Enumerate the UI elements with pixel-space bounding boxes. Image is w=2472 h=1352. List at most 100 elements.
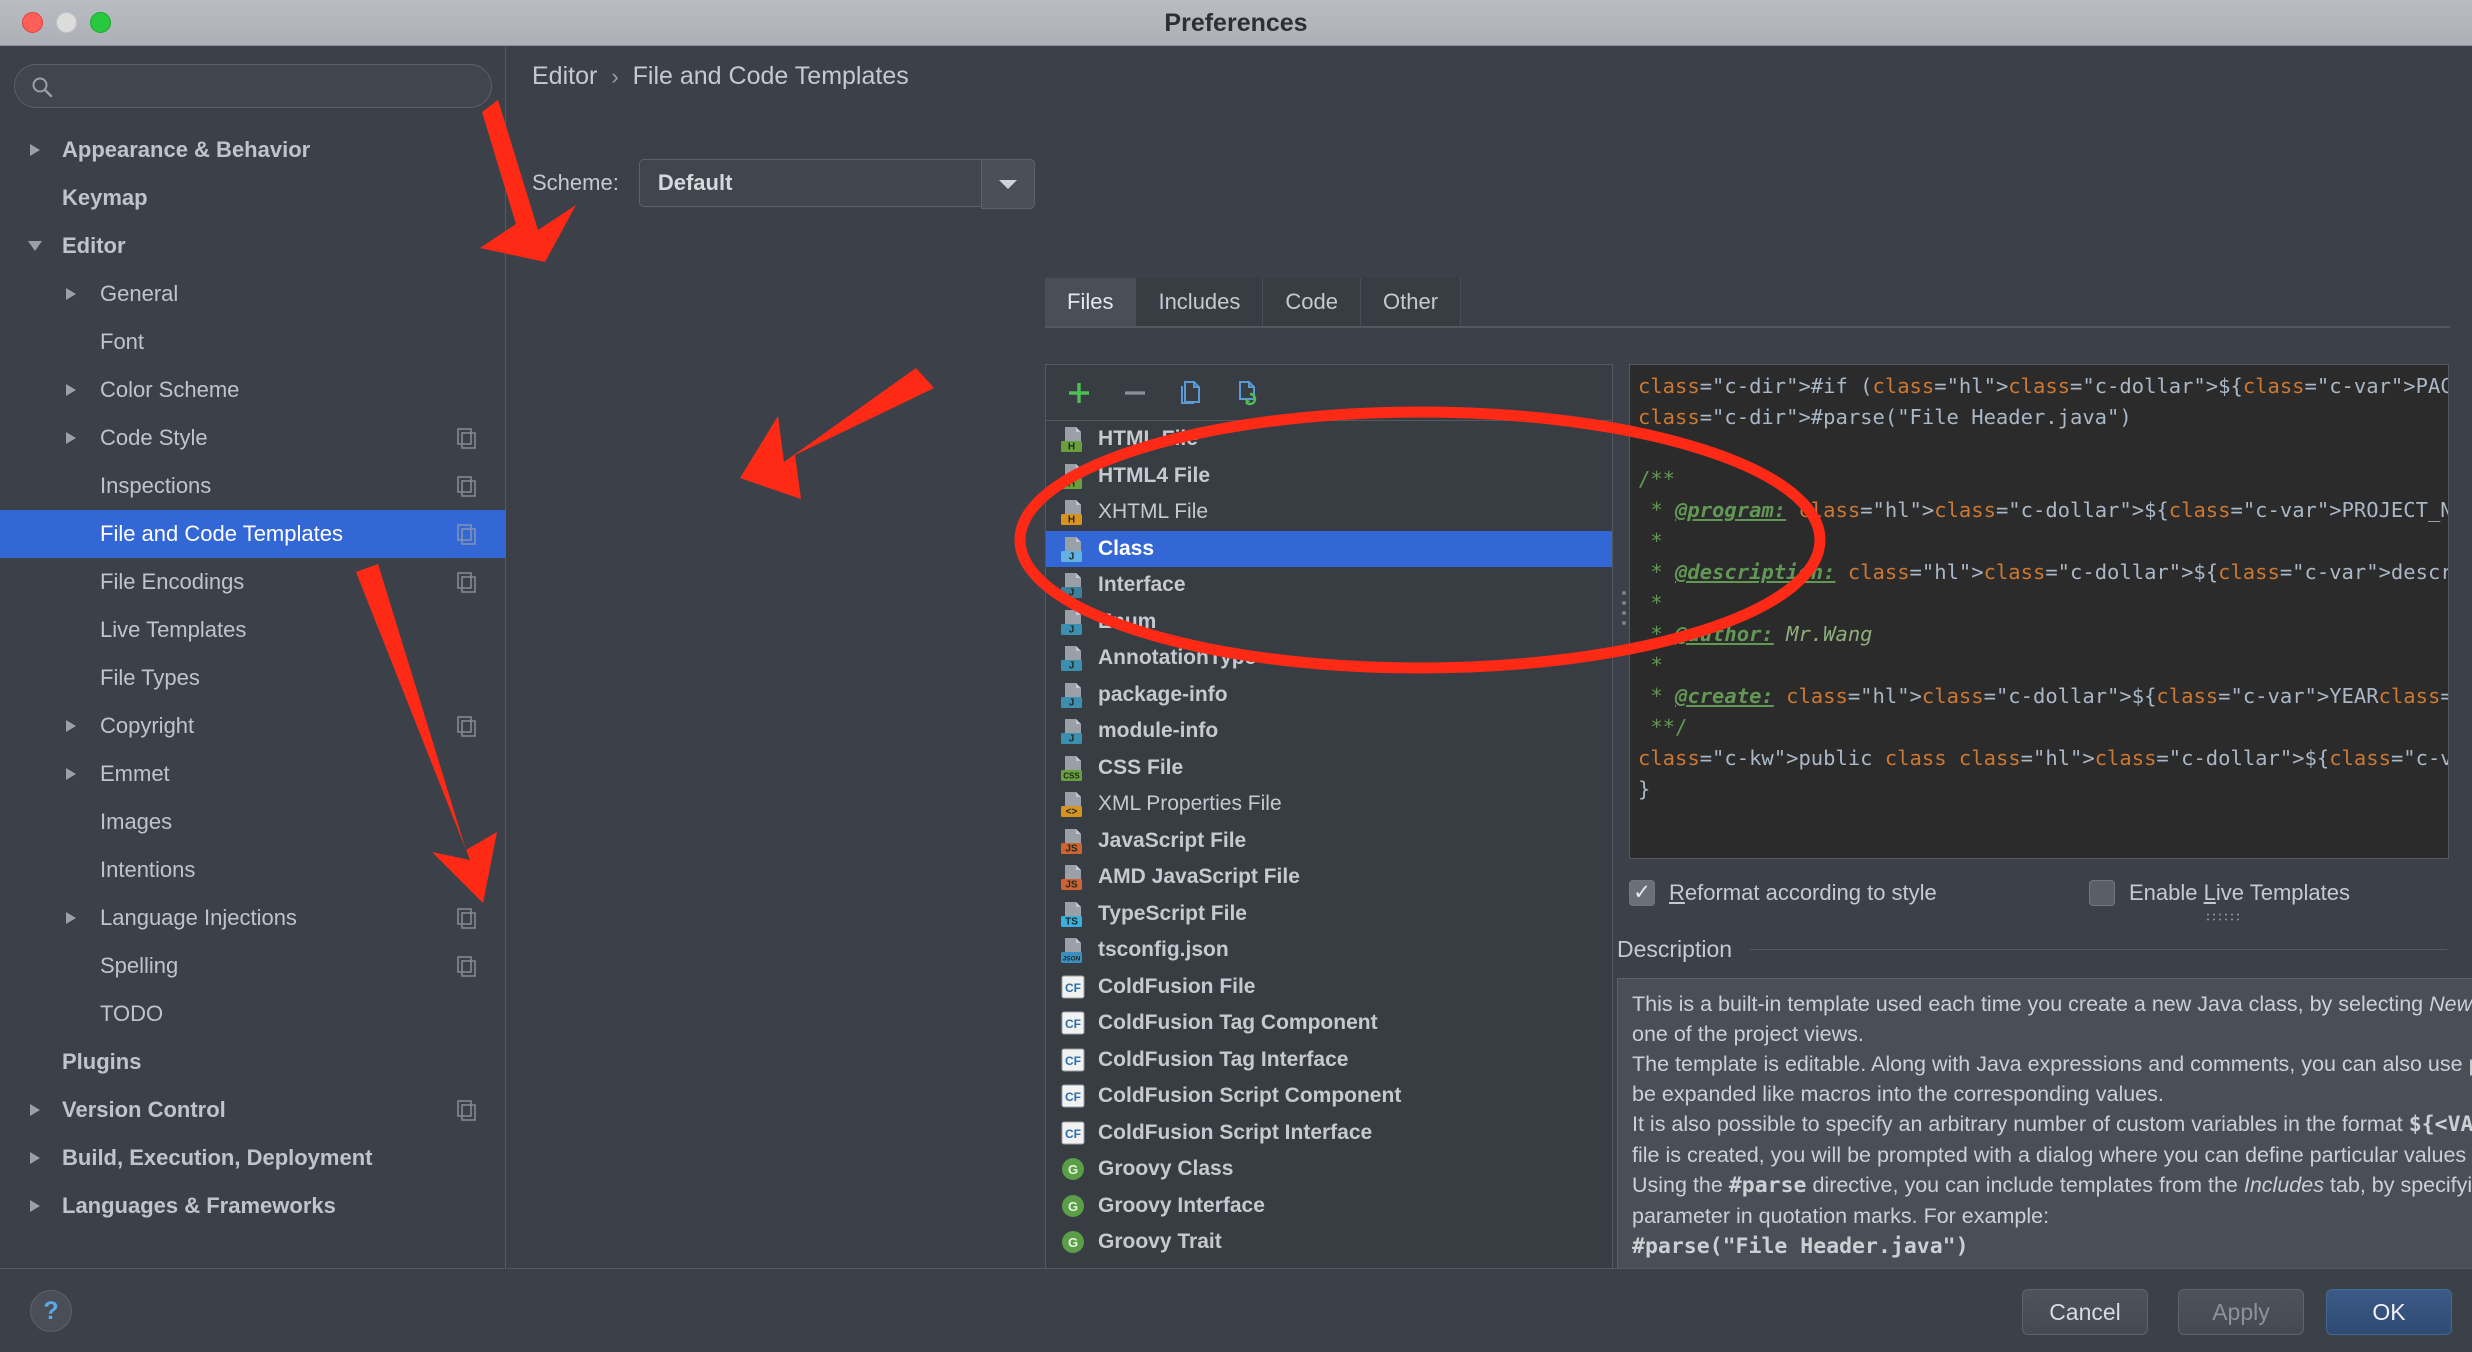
sidebar-item-editor[interactable]: Editor <box>0 222 506 270</box>
tab-code[interactable]: Code <box>1263 278 1361 326</box>
chevron-right-icon[interactable] <box>58 702 84 750</box>
ok-button[interactable]: OK <box>2326 1289 2452 1335</box>
copy-settings-icon[interactable] <box>456 1099 478 1121</box>
template-list-item[interactable]: CF ColdFusion Tag Interface <box>1046 1042 1612 1079</box>
java-annotation-icon: J <box>1058 643 1088 673</box>
template-list-item[interactable]: TS TypeScript File <box>1046 896 1612 933</box>
template-list-item[interactable]: JSON tsconfig.json <box>1046 932 1612 969</box>
apply-button[interactable]: Apply <box>2178 1289 2304 1335</box>
template-list[interactable]: H HTML File H HTML4 File H XHTML File J Class J I… <box>1046 421 1612 1285</box>
template-list-item[interactable]: J AnnotationType <box>1046 640 1612 677</box>
window-titlebar: Preferences <box>0 0 2472 46</box>
chevron-right-icon[interactable] <box>58 750 84 798</box>
template-list-item[interactable]: G Groovy Class <box>1046 1151 1612 1188</box>
chevron-right-icon[interactable] <box>58 270 84 318</box>
sidebar-item-build-execution-deployment[interactable]: Build, Execution, Deployment <box>0 1134 506 1182</box>
breadcrumb-parent[interactable]: Editor <box>532 62 597 91</box>
live-templates-checkbox-row[interactable]: Enable Live Templates <box>2089 880 2350 906</box>
template-code-editor[interactable]: class="c-dir">#if (class="hl">class="c-d… <box>1629 364 2449 859</box>
sidebar-item-spelling[interactable]: Spelling <box>0 942 506 990</box>
cancel-button[interactable]: Cancel <box>2022 1289 2148 1335</box>
tab-includes[interactable]: Includes <box>1136 278 1264 326</box>
description-panel[interactable]: This is a built-in template used each ti… <box>1617 978 2472 1286</box>
code-line: class="c-dir">#parse("File Header.java") <box>1638 405 2132 429</box>
help-button[interactable]: ? <box>30 1290 72 1332</box>
copy-settings-icon[interactable] <box>456 715 478 737</box>
sidebar-item-version-control[interactable]: Version Control <box>0 1086 506 1134</box>
search-input[interactable] <box>63 65 483 107</box>
sidebar-item-language-injections[interactable]: Language Injections <box>0 894 506 942</box>
sidebar-item-appearance-behavior[interactable]: Appearance & Behavior <box>0 126 506 174</box>
sidebar-item-todo[interactable]: TODO <box>0 990 506 1038</box>
sidebar-item-inspections[interactable]: Inspections <box>0 462 506 510</box>
copy-settings-icon[interactable] <box>456 427 478 449</box>
chevron-right-icon[interactable] <box>22 1086 48 1134</box>
template-list-item[interactable]: J Enum <box>1046 604 1612 641</box>
tab-files[interactable]: Files <box>1045 278 1137 326</box>
sidebar-item-intentions[interactable]: Intentions <box>0 846 506 894</box>
sidebar-item-plugins[interactable]: Plugins <box>0 1038 506 1086</box>
sidebar-item-label: File and Code Templates <box>100 521 343 546</box>
chevron-right-icon[interactable] <box>22 1182 48 1226</box>
template-list-item[interactable]: JS AMD JavaScript File <box>1046 859 1612 896</box>
tabs-underline <box>1045 326 2450 328</box>
chevron-right-icon[interactable] <box>58 894 84 942</box>
template-list-item[interactable]: Jpackage-info <box>1046 677 1612 714</box>
template-list-item[interactable]: CF ColdFusion File <box>1046 969 1612 1006</box>
scheme-select[interactable]: Default <box>638 159 1035 209</box>
sidebar-item-color-scheme[interactable]: Color Scheme <box>0 366 506 414</box>
chevron-down-icon[interactable] <box>980 159 1035 209</box>
sidebar-item-file-types[interactable]: File Types <box>0 654 506 702</box>
template-list-item[interactable]: G Groovy Trait <box>1046 1224 1612 1261</box>
chevron-down-icon[interactable] <box>22 222 48 270</box>
sidebar-item-live-templates[interactable]: Live Templates <box>0 606 506 654</box>
template-list-item-label: Groovy Interface <box>1098 1193 1265 1217</box>
template-list-item[interactable]: Jmodule-info <box>1046 713 1612 750</box>
sidebar-item-emmet[interactable]: Emmet <box>0 750 506 798</box>
template-list-item[interactable]: JS JavaScript File <box>1046 823 1612 860</box>
copy-settings-icon[interactable] <box>456 523 478 545</box>
template-list-item[interactable]: CF ColdFusion Script Component <box>1046 1078 1612 1115</box>
template-list-item[interactable]: <> XML Properties File <box>1046 786 1612 823</box>
live-templates-checkbox[interactable] <box>2089 880 2115 906</box>
template-list-item[interactable]: G Groovy Interface <box>1046 1188 1612 1225</box>
chevron-right-icon[interactable] <box>58 414 84 462</box>
template-list-item[interactable]: H HTML4 File <box>1046 458 1612 495</box>
template-list-item[interactable]: J Class <box>1046 530 1612 567</box>
copy-settings-icon[interactable] <box>456 475 478 497</box>
template-list-item[interactable]: CSS CSS File <box>1046 750 1612 787</box>
sidebar-item-file-encodings[interactable]: File Encodings <box>0 558 506 606</box>
sidebar-item-code-style[interactable]: Code Style <box>0 414 506 462</box>
remove-icon[interactable] <box>1118 376 1152 410</box>
template-list-item[interactable]: H XHTML File <box>1046 494 1612 531</box>
tab-other[interactable]: Other <box>1361 278 1462 326</box>
copy-settings-icon[interactable] <box>456 955 478 977</box>
search-box[interactable] <box>14 64 492 108</box>
chevron-right-icon[interactable] <box>22 1134 48 1182</box>
reset-icon[interactable] <box>1230 376 1264 410</box>
editor-resize-grip[interactable] <box>1619 591 1629 625</box>
template-list-item[interactable]: H HTML File <box>1046 421 1612 458</box>
breadcrumb: Editor › File and Code Templates <box>532 62 909 91</box>
sidebar-item-font[interactable]: Font <box>0 318 506 366</box>
copy-icon[interactable] <box>1174 376 1208 410</box>
template-list-item[interactable]: J Interface <box>1046 567 1612 604</box>
sidebar-item-keymap[interactable]: Keymap <box>0 174 506 222</box>
sidebar-item-images[interactable]: Images <box>0 798 506 846</box>
sidebar-item-general[interactable]: General <box>0 270 506 318</box>
reformat-checkbox-row[interactable]: ✓ Reformat according to style <box>1629 880 1937 906</box>
chevron-right-icon[interactable] <box>22 126 48 174</box>
template-list-item[interactable]: CF ColdFusion Tag Component <box>1046 1005 1612 1042</box>
sidebar-item-file-and-code-templates[interactable]: File and Code Templates <box>0 510 506 558</box>
sidebar-item-languages-frameworks[interactable]: Languages & Frameworks <box>0 1182 506 1226</box>
sidebar-item-copyright[interactable]: Copyright <box>0 702 506 750</box>
code-line: class="c-kw">public class class="hl">cla… <box>1638 746 2448 770</box>
template-list-item[interactable]: CF ColdFusion Script Interface <box>1046 1115 1612 1152</box>
svg-text:H: H <box>1068 478 1075 489</box>
copy-settings-icon[interactable] <box>456 907 478 929</box>
panel-resize-handle[interactable] <box>2205 912 2241 922</box>
reformat-checkbox[interactable]: ✓ <box>1629 880 1655 906</box>
chevron-right-icon[interactable] <box>58 366 84 414</box>
add-icon[interactable] <box>1062 376 1096 410</box>
copy-settings-icon[interactable] <box>456 571 478 593</box>
